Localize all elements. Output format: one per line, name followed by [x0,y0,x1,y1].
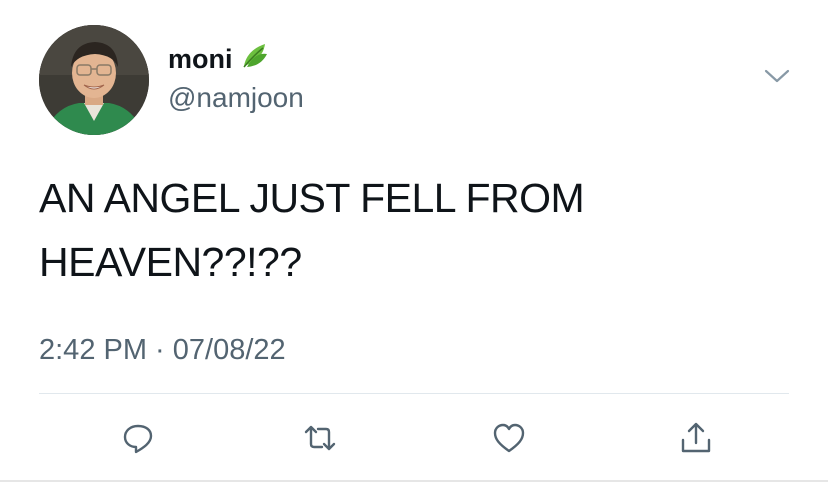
share-icon [681,422,711,453]
tweet-text-line2: HEAVEN??!?? [39,239,302,285]
reply-icon [123,424,153,454]
like-button[interactable] [489,418,529,458]
chevron-down-icon[interactable] [764,66,790,86]
retweet-button[interactable] [300,418,340,458]
tweet-text-line1: AN ANGEL JUST FELL FROM [39,175,585,221]
avatar[interactable] [39,25,149,135]
avatar-photo [39,25,149,135]
tweet-timestamp[interactable]: 2:42 PM · 07/08/22 [39,330,286,370]
leaf-emoji-icon [241,40,271,78]
retweet-icon [304,425,336,451]
reply-button[interactable] [118,418,158,458]
divider [39,393,789,394]
tweet-text: AN ANGEL JUST FELL FROM HEAVEN??!?? [39,166,779,294]
display-name[interactable]: moni [168,40,271,78]
share-button[interactable] [676,418,716,458]
display-name-text: moni [168,44,233,74]
user-handle[interactable]: @namjoon [168,80,304,116]
tweet-card: moni @namjoon AN ANGEL JUST FELL FROM HE… [0,0,828,482]
heart-icon [493,423,525,453]
